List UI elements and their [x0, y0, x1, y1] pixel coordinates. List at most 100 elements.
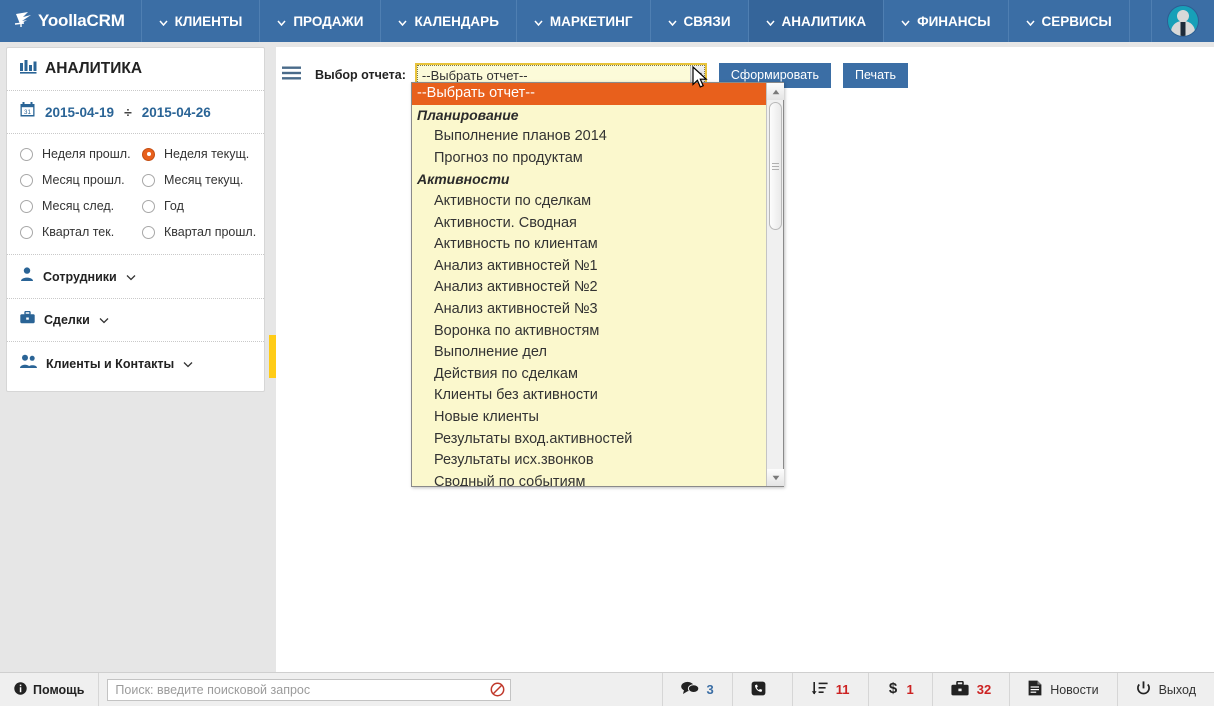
chevron-down-icon: [183, 355, 193, 373]
nav-item-label: СЕРВИСЫ: [1041, 13, 1112, 29]
date-separator: ÷: [124, 104, 132, 120]
nav-item-svyazi[interactable]: СВЯЗИ: [651, 0, 749, 42]
chevron-down-icon: [765, 14, 775, 29]
nav-item-kalendar[interactable]: КАЛЕНДАРЬ: [381, 0, 517, 42]
info-icon: [14, 681, 27, 698]
dollar-icon: $: [887, 680, 899, 699]
chevron-down-icon: [398, 14, 408, 29]
radio-mesyats-sled[interactable]: Месяц след.: [13, 195, 135, 217]
nav-item-label: МАРКЕТИНГ: [549, 13, 633, 29]
radio-kvartal-proshl[interactable]: Квартал прошл.: [135, 221, 258, 243]
briefcase-icon: [20, 310, 35, 329]
sidebar-title: АНАЛИТИКА: [7, 48, 264, 91]
briefcase-icon: [951, 680, 969, 699]
dropdown-option[interactable]: Активности по сделкам: [412, 191, 766, 213]
radio-kvartal-tek[interactable]: Квартал тек.: [13, 221, 135, 243]
help-label: Помощь: [33, 682, 85, 697]
nav-item-marketing[interactable]: МАРКЕТИНГ: [517, 0, 651, 42]
dropdown-option[interactable]: Активность по клиентам: [412, 234, 766, 256]
nav-item-klienty[interactable]: КЛИЕНТЫ: [142, 0, 261, 42]
nav-item-prodazhi[interactable]: ПРОДАЖИ: [260, 0, 382, 42]
date-from[interactable]: 2015-04-19: [45, 105, 114, 120]
sidebar-item-label: Сделки: [44, 313, 90, 327]
radio-dot: [20, 173, 33, 187]
report-select-value: --Выбрать отчет--: [421, 67, 528, 83]
counter-value: 11: [835, 682, 850, 697]
dropdown-option[interactable]: Прогноз по продуктам: [412, 148, 766, 170]
counter-value: 32: [976, 682, 992, 697]
user-menu[interactable]: [1152, 0, 1214, 42]
app-logo[interactable]: YoollaCRM: [0, 0, 142, 42]
period-radio-group: Неделя прошл. Неделя текущ. Месяц прошл.…: [7, 134, 264, 255]
svg-text:31: 31: [24, 109, 31, 116]
clear-circle-icon[interactable]: [490, 682, 505, 702]
messages-counter[interactable]: 3: [661, 673, 732, 706]
sidebar-resize-handle[interactable]: [269, 335, 276, 378]
hamburger-icon[interactable]: [282, 66, 301, 85]
radio-mesyats-proshl[interactable]: Месяц прошл.: [13, 169, 135, 191]
sidebar-item-sotrudniki[interactable]: Сотрудники: [7, 255, 264, 299]
sidebar-item-klienty-i-kontakty[interactable]: Клиенты и Контакты: [7, 342, 264, 385]
chevron-down-icon: [534, 14, 543, 29]
scrollbar-thumb[interactable]: [769, 102, 782, 230]
chevron-down-icon: [667, 14, 677, 29]
search-input[interactable]: [107, 678, 512, 701]
radio-nedelya-tekusch[interactable]: Неделя текущ.: [135, 143, 258, 165]
chevron-down-icon: [99, 311, 109, 329]
radio-mesyats-tekusch[interactable]: Месяц текущ.: [135, 169, 258, 191]
dropdown-option-selected[interactable]: --Выбрать отчет--: [412, 83, 766, 105]
finance-counter[interactable]: $ 1: [867, 673, 932, 706]
triangle-up-icon[interactable]: [767, 83, 784, 100]
dropdown-option[interactable]: Клиенты без активности: [412, 385, 766, 407]
dropdown-group-aktivnosti: Активности: [417, 171, 510, 188]
calendar-icon[interactable]: 31: [20, 102, 35, 122]
dropdown-option[interactable]: Воронка по активностям: [412, 321, 766, 343]
counter-value: 3: [706, 682, 714, 697]
sort-list-icon: [811, 681, 828, 699]
news-button[interactable]: Новости: [1009, 673, 1116, 706]
dropdown-option[interactable]: Анализ активностей №2: [412, 277, 766, 299]
person-icon: [20, 267, 34, 286]
dropdown-option[interactable]: Выполнение планов 2014: [412, 126, 766, 148]
help-button[interactable]: Помощь: [0, 673, 100, 706]
tasks-counter[interactable]: 11: [791, 673, 868, 706]
nav-item-analitika[interactable]: АНАЛИТИКА: [748, 0, 885, 42]
radio-label: Квартал тек.: [42, 225, 115, 239]
dropdown-option[interactable]: Новые клиенты: [412, 407, 766, 429]
radio-nedelya-proshl[interactable]: Неделя прошл.: [13, 143, 135, 165]
radio-god[interactable]: Год: [135, 195, 258, 217]
news-icon: [1028, 680, 1042, 699]
dropdown-option[interactable]: Действия по сделкам: [412, 364, 766, 386]
phone-button[interactable]: [731, 673, 792, 706]
sidebar-item-label: Клиенты и Контакты: [46, 356, 175, 371]
sidebar-item-sdelki[interactable]: Сделки: [7, 299, 264, 342]
triangle-down-icon[interactable]: [767, 469, 784, 486]
user-avatar-icon[interactable]: [1167, 5, 1199, 37]
nav-item-finansy[interactable]: ФИНАНСЫ: [884, 0, 1009, 42]
people-icon: [20, 354, 37, 373]
app-logo-text: YoollaCRM: [38, 11, 125, 30]
analytics-sidebar: АНАЛИТИКА 31 2015-04-19 ÷ 2015-04-26 Нед…: [6, 47, 265, 392]
report-dropdown-list[interactable]: --Выбрать отчет-- Планирование Выполнени…: [411, 82, 784, 487]
radio-label: Месяц прошл.: [42, 173, 125, 187]
dropdown-option[interactable]: Результаты исх.звонков: [412, 450, 766, 472]
chevron-down-icon: [1025, 14, 1035, 29]
date-to[interactable]: 2015-04-26: [142, 105, 211, 120]
nav-item-servisy[interactable]: СЕРВИСЫ: [1009, 0, 1130, 42]
radio-label: Год: [164, 199, 184, 213]
dropdown-option[interactable]: Анализ активностей №1: [412, 256, 766, 278]
dropdown-option[interactable]: Анализ активностей №3: [412, 299, 766, 321]
svg-text:$: $: [888, 680, 897, 696]
logout-label: Выход: [1158, 682, 1196, 697]
dropdown-option[interactable]: Сводный по событиям: [412, 472, 766, 486]
grip-lines-icon: [772, 161, 779, 172]
dropdown-option[interactable]: Активности. Сводная: [412, 213, 766, 235]
radio-dot: [20, 147, 33, 161]
radio-label: Квартал прошл.: [164, 225, 257, 239]
dropdown-option[interactable]: Выполнение дел: [412, 342, 766, 364]
logout-button[interactable]: Выход: [1116, 673, 1214, 706]
dropdown-scrollbar[interactable]: [766, 83, 784, 486]
dropdown-option[interactable]: Результаты вход.активностей: [412, 429, 766, 451]
deals-counter[interactable]: 32: [931, 673, 1009, 706]
print-button[interactable]: Печать: [843, 62, 908, 88]
